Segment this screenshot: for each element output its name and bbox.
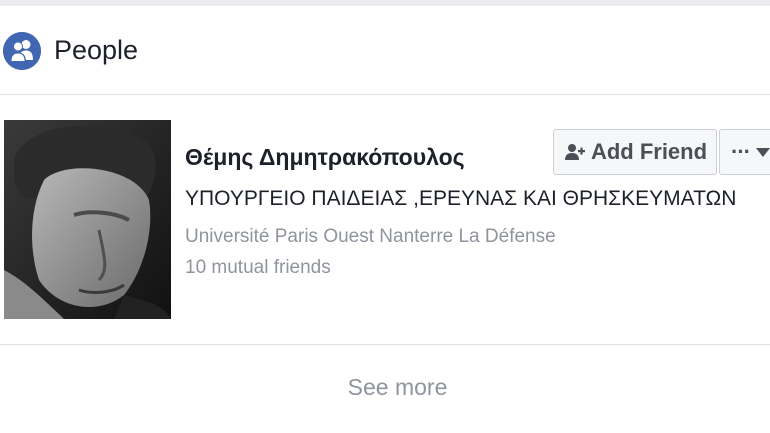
chevron-down-icon	[755, 147, 770, 157]
see-more-link[interactable]: See more	[0, 372, 770, 402]
person-result: Θέμης Δημητρακόπουλος ΥΠΟΥΡΓΕΙΟ ΠΑΙΔΕΙΑΣ…	[0, 95, 770, 344]
person-workplace: ΥΠΟΥΡΓΕΙΟ ΠΑΙΔΕΙΑΣ ,ΕΡΕΥΝΑΣ ΚΑΙ ΘΡΗΣΚΕΥΜ…	[185, 187, 737, 210]
person-name[interactable]: Θέμης Δημητρακόπουλος	[185, 143, 465, 171]
person-school: Université Paris Ouest Nanterre La Défen…	[185, 226, 556, 247]
add-friend-button[interactable]: Add Friend	[553, 129, 717, 175]
more-options-button[interactable]: ···	[719, 129, 770, 175]
mutual-friends-count[interactable]: 10 mutual friends	[185, 256, 331, 280]
divider	[0, 344, 770, 345]
section-title: People	[54, 35, 139, 65]
profile-photo[interactable]	[4, 120, 171, 319]
people-section-header: People	[0, 6, 770, 95]
people-icon	[3, 32, 41, 70]
more-dots-icon: ···	[731, 139, 751, 164]
add-friend-icon	[563, 141, 585, 163]
add-friend-label: Add Friend	[590, 139, 708, 164]
